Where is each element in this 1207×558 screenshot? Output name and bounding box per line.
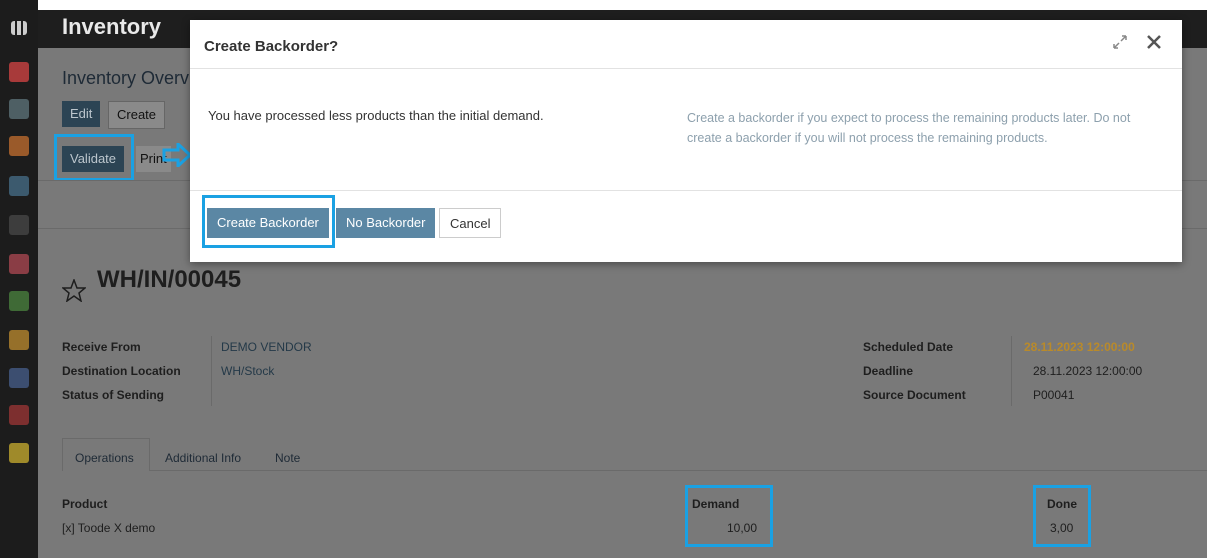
deadline-label: Deadline bbox=[863, 364, 914, 378]
wrench-icon[interactable] bbox=[9, 291, 29, 311]
settings-icon[interactable] bbox=[9, 443, 29, 463]
notes-icon[interactable] bbox=[9, 368, 29, 388]
apps-grid-icon[interactable] bbox=[11, 21, 27, 35]
app-title: Inventory bbox=[62, 14, 162, 39]
breadcrumb[interactable]: Inventory Overvi bbox=[62, 68, 193, 89]
tab-operations[interactable]: Operations bbox=[75, 451, 134, 465]
field-separator bbox=[1011, 336, 1012, 406]
deadline-value[interactable]: 28.11.2023 12:00:00 bbox=[1033, 364, 1142, 378]
create-backorder-dialog: Create Backorder? You have processed les… bbox=[190, 20, 1182, 262]
chart-icon[interactable] bbox=[9, 136, 29, 156]
table-row-product[interactable]: [x] Toode X demo bbox=[62, 521, 155, 535]
close-icon[interactable] bbox=[1145, 33, 1163, 51]
edit-button[interactable]: Edit bbox=[62, 101, 101, 127]
tab-divider bbox=[150, 470, 1207, 471]
create-backorder-highlight-box bbox=[202, 195, 335, 248]
destination-location-label: Destination Location bbox=[62, 364, 181, 378]
source-document-value[interactable]: P00041 bbox=[1033, 388, 1074, 402]
dialog-title: Create Backorder? bbox=[204, 38, 339, 55]
receive-from-label: Receive From bbox=[62, 340, 141, 354]
scheduled-date-label: Scheduled Date bbox=[863, 340, 954, 354]
source-document-label: Source Document bbox=[863, 388, 966, 402]
destination-location-value[interactable]: WH/Stock bbox=[221, 364, 274, 378]
validate-highlight-box bbox=[54, 134, 134, 181]
discuss-icon[interactable] bbox=[9, 62, 29, 82]
star-icon[interactable] bbox=[62, 279, 86, 302]
tab-additional-info[interactable]: Additional Info bbox=[165, 451, 241, 465]
demand-highlight-box bbox=[685, 485, 773, 547]
table-header-product: Product bbox=[62, 497, 108, 511]
dialog-message: You have processed less products than th… bbox=[208, 108, 544, 123]
flow-icon[interactable] bbox=[9, 254, 29, 274]
arrow-right-icon bbox=[162, 143, 192, 167]
status-of-sending-label: Status of Sending bbox=[62, 388, 164, 402]
document-icon[interactable] bbox=[9, 330, 29, 350]
receive-from-value[interactable]: DEMO VENDOR bbox=[221, 340, 312, 354]
link-icon[interactable] bbox=[9, 215, 29, 235]
group-icon[interactable] bbox=[9, 405, 29, 425]
create-button[interactable]: Create bbox=[108, 101, 166, 129]
dialog-header-divider bbox=[190, 68, 1182, 69]
field-separator bbox=[211, 336, 212, 406]
done-highlight-box bbox=[1033, 485, 1091, 547]
no-backorder-button[interactable]: No Backorder bbox=[336, 208, 436, 238]
dialog-footer-divider bbox=[190, 190, 1182, 191]
tab-note[interactable]: Note bbox=[275, 451, 300, 465]
sheet-icon[interactable] bbox=[9, 176, 29, 196]
dialog-hint-line1: Create a backorder if you expect to proc… bbox=[687, 111, 1131, 125]
expand-icon[interactable] bbox=[1110, 32, 1130, 52]
dialog-hint-line2: create a backorder if you will not proce… bbox=[687, 131, 1048, 145]
cancel-button[interactable]: Cancel bbox=[439, 208, 502, 238]
dialog-hint: Create a backorder if you expect to proc… bbox=[687, 108, 1130, 148]
app-icon-rail bbox=[0, 0, 38, 558]
record-name: WH/IN/00045 bbox=[97, 266, 242, 293]
scheduled-date-value[interactable]: 28.11.2023 12:00:00 bbox=[1024, 340, 1135, 354]
calendar-icon[interactable] bbox=[9, 99, 29, 119]
